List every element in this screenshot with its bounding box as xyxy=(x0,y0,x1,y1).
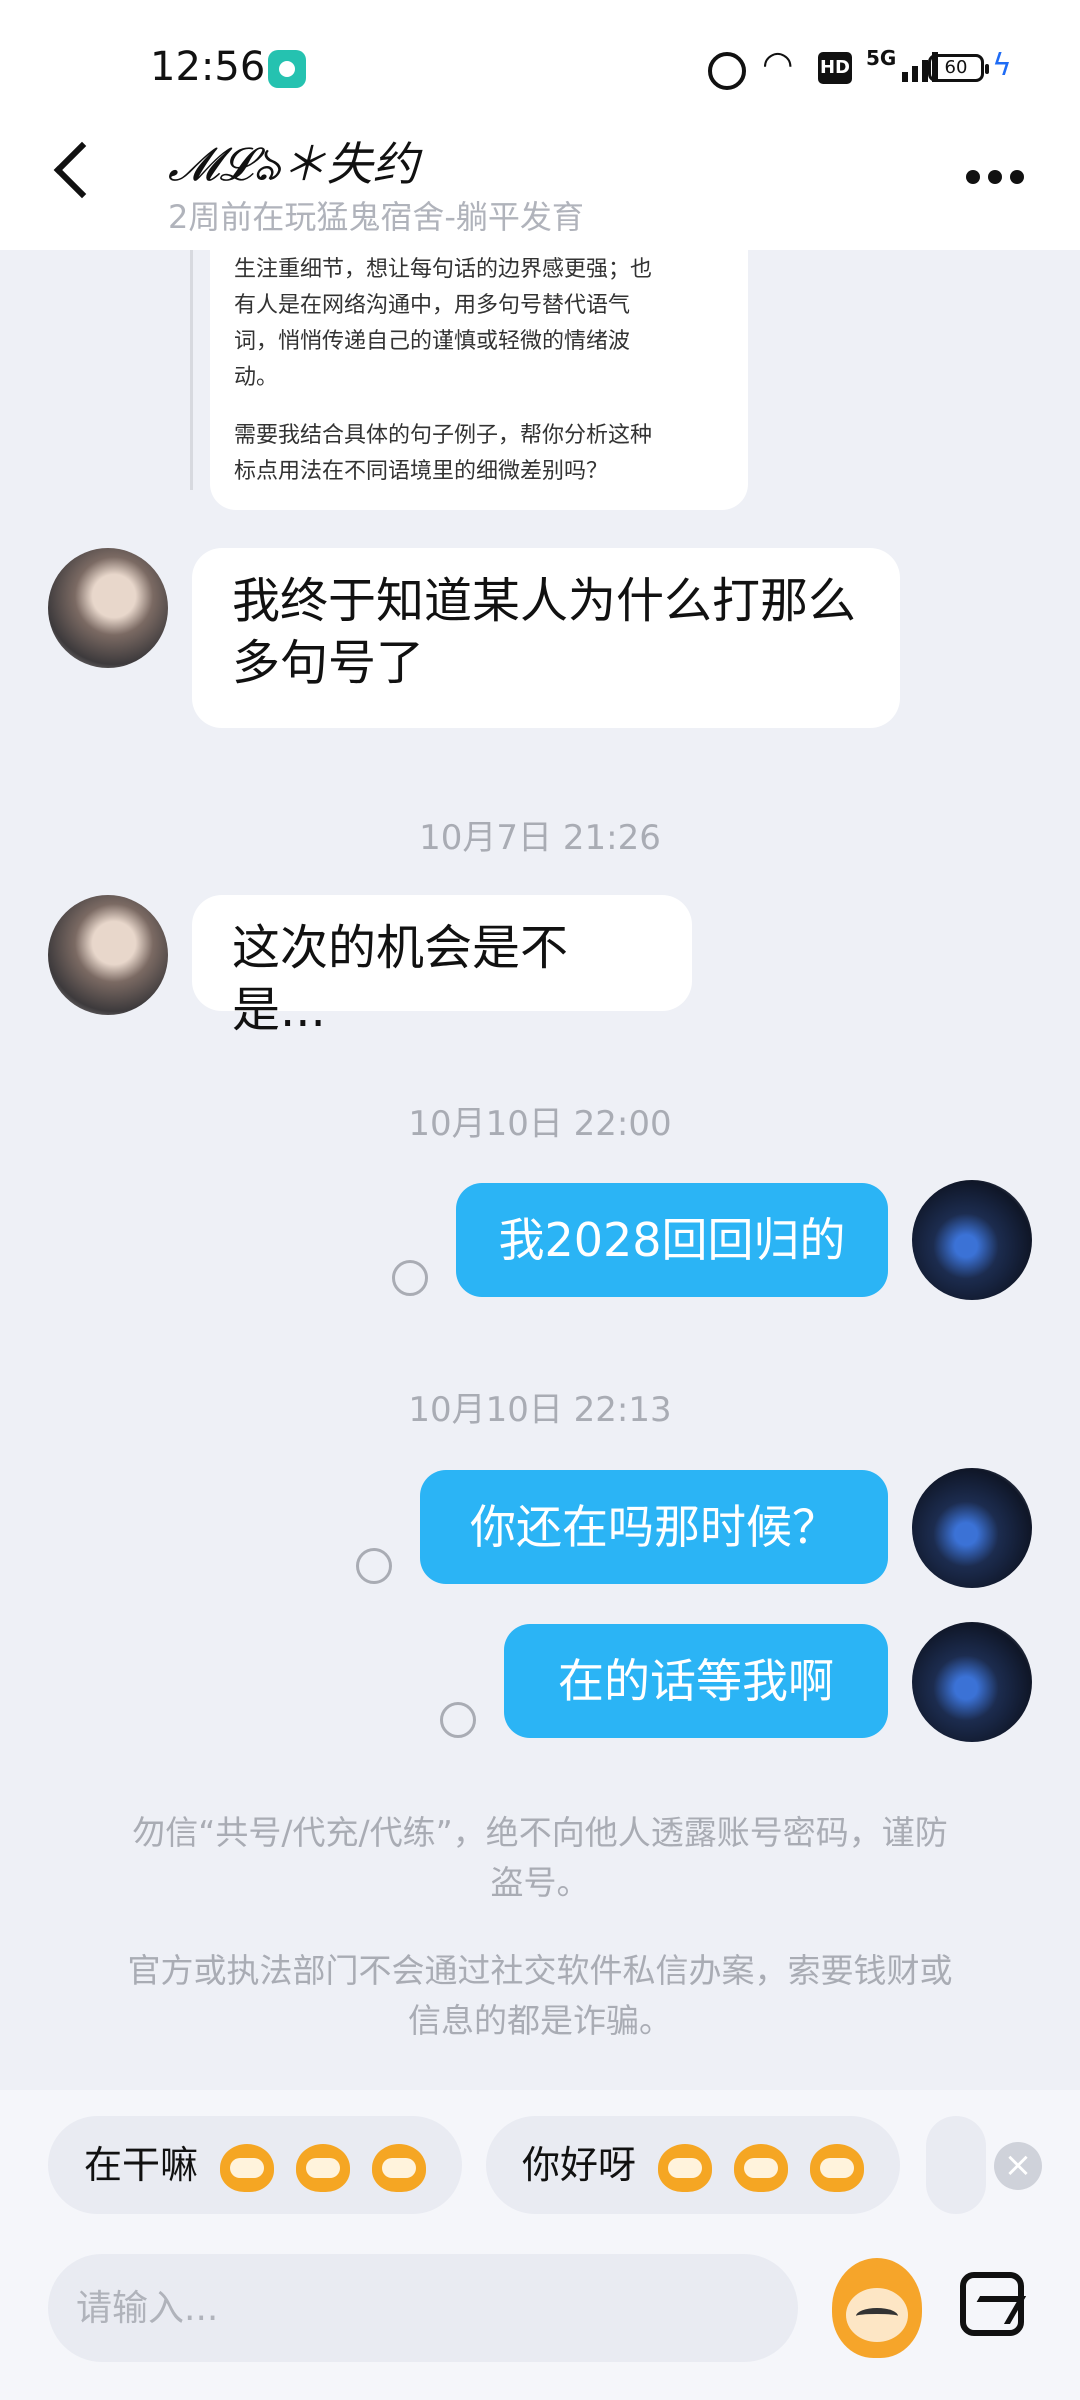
contact-status: 2周前在玩猛鬼宿舍-躺平发育 xyxy=(168,198,584,236)
notice-line: 盗号。 xyxy=(490,1863,590,1902)
previous-message-line: 词，悄悄传递自己的谨慎或轻微的情绪波 xyxy=(234,329,631,354)
quick-reply-chip[interactable]: 在干嘛 xyxy=(48,2116,462,2214)
previous-message-line: 生注重细节，想让每句话的边界感更强；也 xyxy=(234,257,653,282)
message-text: 你还在吗那时候？ xyxy=(470,1500,838,1554)
laughing-monkey-icon xyxy=(296,2143,351,2192)
app-notification-icon xyxy=(268,50,306,88)
image-icon[interactable] xyxy=(960,2272,1024,2336)
unread-status-icon xyxy=(392,1260,428,1296)
network-type: 5G xyxy=(866,46,897,70)
message-text: 在的话等我啊 xyxy=(558,1654,834,1708)
quick-reply-label: 在干嘛 xyxy=(84,2143,199,2187)
notice-line: 勿信“共号/代充/代练”，绝不向他人透露账号密码，谨防 xyxy=(132,1813,948,1852)
message-text: 这次的机会是不是... xyxy=(232,920,569,1038)
laughing-monkey-icon xyxy=(220,2143,275,2192)
message-text: 多句号了 xyxy=(232,635,425,691)
notice-line: 信息的都是诈骗。 xyxy=(408,2001,672,2040)
outgoing-message-bubble[interactable]: 在的话等我啊 xyxy=(504,1624,888,1738)
unread-status-icon xyxy=(356,1548,392,1584)
contact-avatar[interactable] xyxy=(48,895,168,1015)
status-time: 12:56 xyxy=(150,44,266,90)
notice-line: 官方或执法部门不会通过社交软件私信办案，索要钱财或 xyxy=(127,1951,953,1990)
message-timestamp: 10月7日 21:26 xyxy=(419,818,661,858)
wide-eyed-monkey-icon xyxy=(810,2143,865,2192)
previous-message-line: 动。 xyxy=(234,365,279,390)
close-icon[interactable]: × xyxy=(994,2142,1042,2190)
sticker-icon[interactable] xyxy=(832,2258,922,2358)
my-avatar[interactable] xyxy=(912,1180,1032,1300)
message-text: 我2028回回归的 xyxy=(498,1213,846,1267)
quick-reply-chip[interactable]: 你好呀 xyxy=(486,2116,900,2214)
previous-message-line: 标点用法在不同语境里的细微差别吗？ xyxy=(234,459,609,484)
fraud-notice: 官方或执法部门不会通过社交软件私信办案，索要钱财或 信息的都是诈骗。 xyxy=(80,1946,1000,2046)
previous-message-line: 需要我结合具体的句子例子，帮你分析这种 xyxy=(234,423,653,448)
battery-icon: 60 xyxy=(928,54,989,82)
signal-icon: 5G xyxy=(866,46,938,82)
quick-reply-chip-partial[interactable] xyxy=(926,2116,986,2214)
message-timestamp: 10月10日 22:00 xyxy=(408,1104,672,1144)
incoming-message-bubble[interactable]: 这次的机会是不是... xyxy=(192,895,692,1038)
my-avatar[interactable] xyxy=(912,1468,1032,1588)
alarm-icon xyxy=(708,52,746,90)
message-text: 我终于知道某人为什么打那么 xyxy=(232,573,857,629)
wide-eyed-monkey-icon xyxy=(734,2143,789,2192)
laughing-monkey-icon xyxy=(372,2143,427,2192)
incoming-message-bubble[interactable]: 我终于知道某人为什么打那么 多句号了 xyxy=(192,548,900,728)
unread-status-icon xyxy=(440,1702,476,1738)
security-notice: 勿信“共号/代充/代练”，绝不向他人透露账号密码，谨防 盗号。 xyxy=(80,1808,1000,1908)
my-avatar[interactable] xyxy=(912,1622,1032,1742)
quick-reply-label: 你好呀 xyxy=(522,2143,637,2187)
quote-bar xyxy=(190,250,193,490)
contact-avatar[interactable] xyxy=(48,548,168,668)
message-timestamp: 10月10日 22:13 xyxy=(408,1390,672,1430)
previous-message-line: 有人是在网络沟通中，用多句号替代语气 xyxy=(234,293,631,318)
outgoing-message-bubble[interactable]: 我2028回回归的 xyxy=(456,1183,888,1297)
wifi-icon: ◠ xyxy=(762,44,794,85)
more-options-icon[interactable] xyxy=(966,170,1026,184)
outgoing-message-bubble[interactable]: 你还在吗那时候？ xyxy=(420,1470,888,1584)
message-input[interactable] xyxy=(48,2254,798,2362)
hd-icon: HD xyxy=(818,52,852,84)
wide-eyed-monkey-icon xyxy=(658,2143,713,2192)
charging-icon: ϟ xyxy=(992,48,1012,83)
